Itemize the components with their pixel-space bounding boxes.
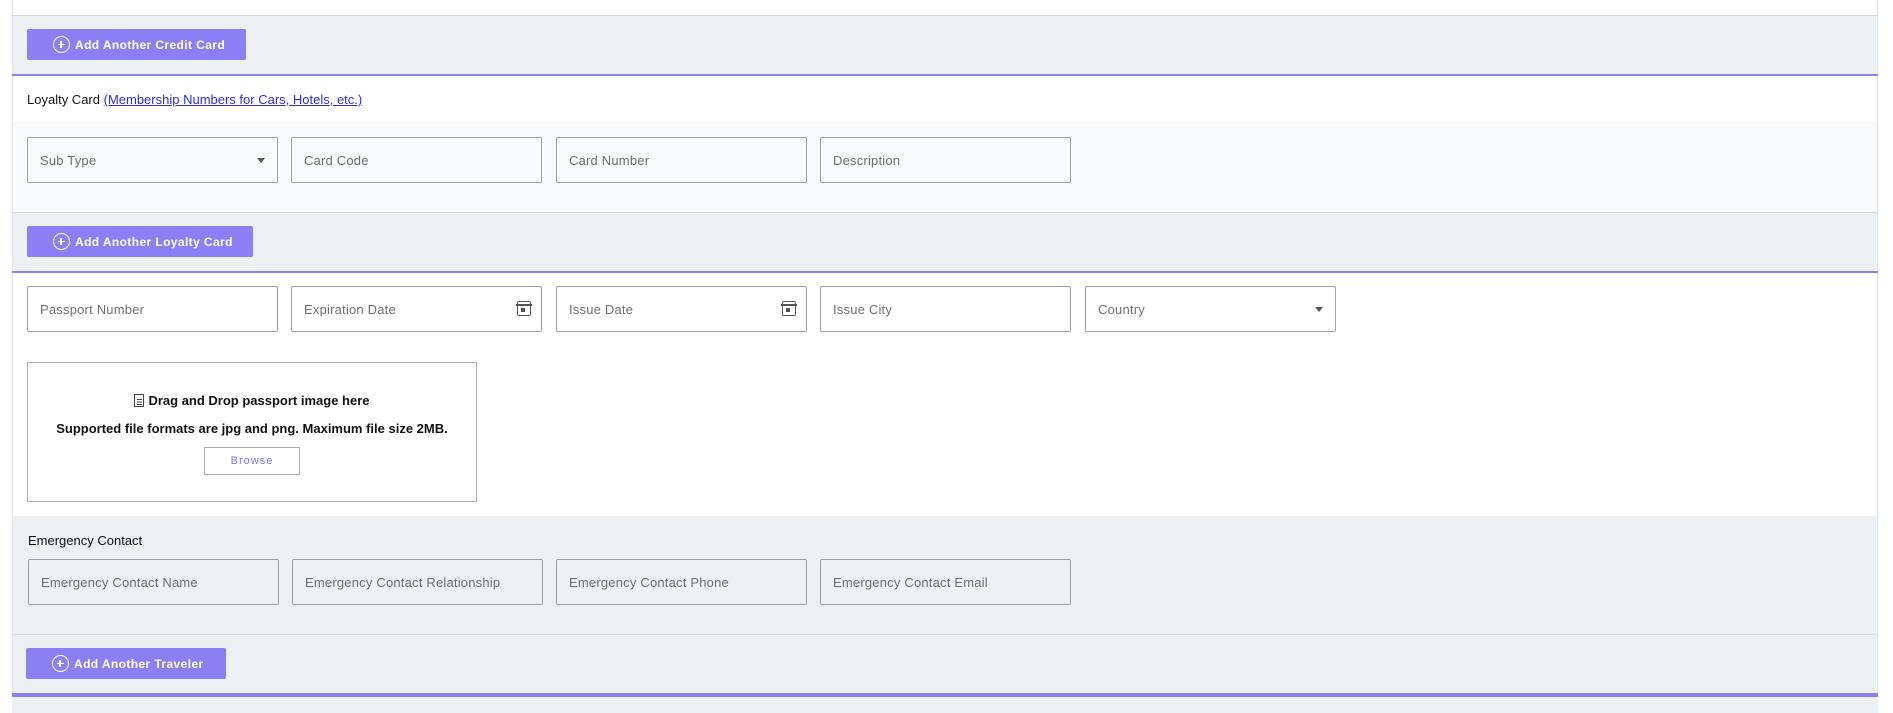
issue-city-placeholder: Issue City (833, 301, 893, 317)
expiration-date-field[interactable]: Expiration Date (291, 286, 542, 332)
browse-button[interactable]: Browse (204, 447, 300, 475)
issue-city-field[interactable]: Issue City (820, 286, 1071, 332)
description-placeholder: Description (833, 152, 901, 168)
add-loyalty-card-label: Add Another Loyalty Card (75, 234, 233, 249)
loyalty-heading: Loyalty Card (Membership Numbers for Car… (27, 92, 362, 107)
add-credit-card-label: Add Another Credit Card (75, 37, 226, 52)
emergency-email-field[interactable]: Emergency Contact Email (820, 559, 1071, 605)
passport-number-field[interactable]: Passport Number (27, 286, 278, 332)
issue-date-placeholder: Issue Date (569, 301, 634, 317)
emergency-relationship-field[interactable]: Emergency Contact Relationship (292, 559, 543, 605)
passport-dropzone[interactable]: Drag and Drop passport image here Suppor… (27, 362, 477, 502)
plus-circle-icon (52, 655, 69, 672)
section-divider (12, 271, 1878, 273)
card-number-placeholder: Card Number (569, 152, 650, 168)
dropzone-subtitle: Supported file formats are jpg and png. … (56, 421, 448, 436)
add-traveler-label: Add Another Traveler (74, 656, 204, 671)
sub-type-placeholder: Sub Type (40, 152, 97, 168)
plus-circle-icon (53, 233, 70, 250)
card-number-field[interactable]: Card Number (556, 137, 807, 183)
card-code-placeholder: Card Code (304, 152, 369, 168)
calendar-icon[interactable] (516, 301, 532, 316)
emergency-phone-field[interactable]: Emergency Contact Phone (556, 559, 807, 605)
add-credit-card-button[interactable]: Add Another Credit Card (27, 29, 246, 60)
emergency-phone-placeholder: Emergency Contact Phone (569, 574, 729, 590)
country-placeholder: Country (1098, 301, 1145, 317)
sub-type-select[interactable]: Sub Type (27, 137, 278, 183)
emergency-heading: Emergency Contact (28, 533, 143, 548)
expiration-date-placeholder: Expiration Date (304, 301, 396, 317)
emergency-name-placeholder: Emergency Contact Name (41, 574, 198, 590)
passport-number-placeholder: Passport Number (40, 301, 145, 317)
card-code-field[interactable]: Card Code (291, 137, 542, 183)
add-loyalty-card-button[interactable]: Add Another Loyalty Card (27, 226, 253, 257)
document-icon (134, 394, 145, 407)
emergency-relationship-placeholder: Emergency Contact Relationship (305, 574, 501, 590)
dropzone-title-text: Drag and Drop passport image here (148, 393, 370, 408)
membership-link[interactable]: (Membership Numbers for Cars, Hotels, et… (104, 92, 363, 107)
country-select[interactable]: Country (1085, 286, 1336, 332)
traveler-actions-band (13, 635, 1877, 693)
emergency-email-placeholder: Emergency Contact Email (833, 574, 988, 590)
loyalty-heading-text: Loyalty Card (27, 92, 100, 107)
dropzone-title: Drag and Drop passport image here (28, 393, 476, 408)
issue-date-field[interactable]: Issue Date (556, 286, 807, 332)
chevron-down-icon (1315, 307, 1323, 312)
add-traveler-button[interactable]: Add Another Traveler (26, 648, 226, 679)
footer-band (12, 697, 1878, 713)
plus-circle-icon (53, 36, 70, 53)
emergency-name-field[interactable]: Emergency Contact Name (28, 559, 279, 605)
loyalty-actions-band (13, 213, 1877, 271)
calendar-icon[interactable] (781, 301, 797, 316)
description-field[interactable]: Description (820, 137, 1071, 183)
chevron-down-icon (257, 158, 265, 163)
credit-card-actions-band (13, 16, 1877, 74)
